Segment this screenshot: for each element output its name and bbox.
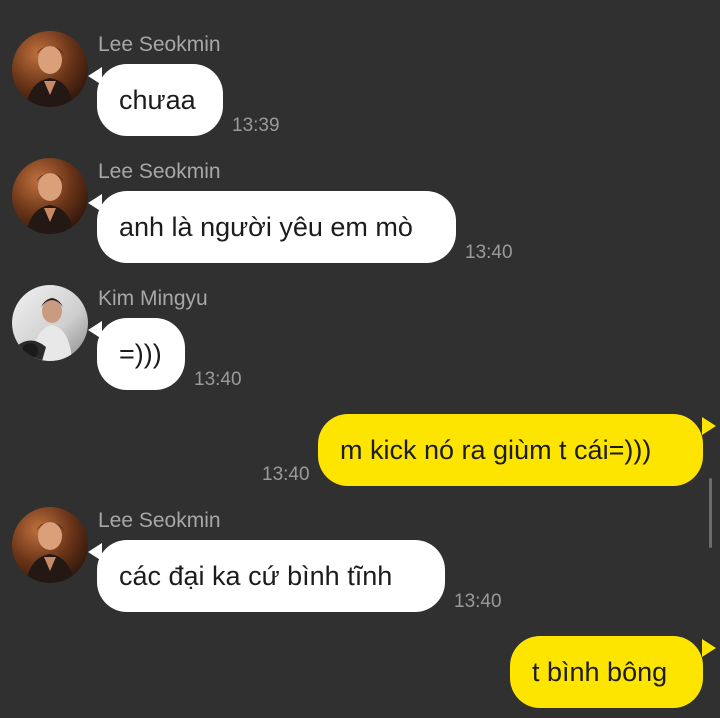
bubble-tail: [702, 639, 716, 657]
lee-seokmin-avatar[interactable]: [12, 507, 88, 583]
message-text: t bình bông: [532, 656, 668, 687]
lee-seokmin-avatar[interactable]: [12, 158, 88, 234]
message-text: m kick nó ra giùm t cái=))): [340, 434, 652, 465]
message-bubble[interactable]: =))): [97, 318, 185, 390]
message-text: =))): [119, 338, 162, 369]
chat-scrollbar[interactable]: [709, 478, 712, 548]
message-bubble[interactable]: anh là người yêu em mò: [97, 191, 456, 263]
message-bubble[interactable]: chưaa: [97, 64, 223, 136]
message-timestamp: 13:39: [232, 115, 280, 136]
message-timestamp: 13:40: [465, 242, 513, 263]
bubble-tail: [702, 417, 716, 435]
message-timestamp: 13:40: [454, 591, 502, 612]
message-text: anh là người yêu em mò: [119, 211, 413, 242]
message-text: các đại ka cứ bình tĩnh: [119, 560, 393, 591]
message-timestamp: 13:40: [262, 464, 310, 485]
sender-name: Lee Seokmin: [98, 509, 221, 532]
message-bubble[interactable]: m kick nó ra giùm t cái=))): [318, 414, 703, 486]
sender-name: Kim Mingyu: [98, 287, 208, 310]
sender-name: Lee Seokmin: [98, 33, 221, 56]
lee-seokmin-avatar[interactable]: [12, 31, 88, 107]
kim-mingyu-avatar[interactable]: [12, 285, 88, 361]
message-timestamp: 13:40: [194, 369, 242, 390]
sender-name: Lee Seokmin: [98, 160, 221, 183]
message-text: chưaa: [119, 84, 196, 115]
message-bubble[interactable]: t bình bông: [510, 636, 703, 708]
message-bubble[interactable]: các đại ka cứ bình tĩnh: [97, 540, 445, 612]
